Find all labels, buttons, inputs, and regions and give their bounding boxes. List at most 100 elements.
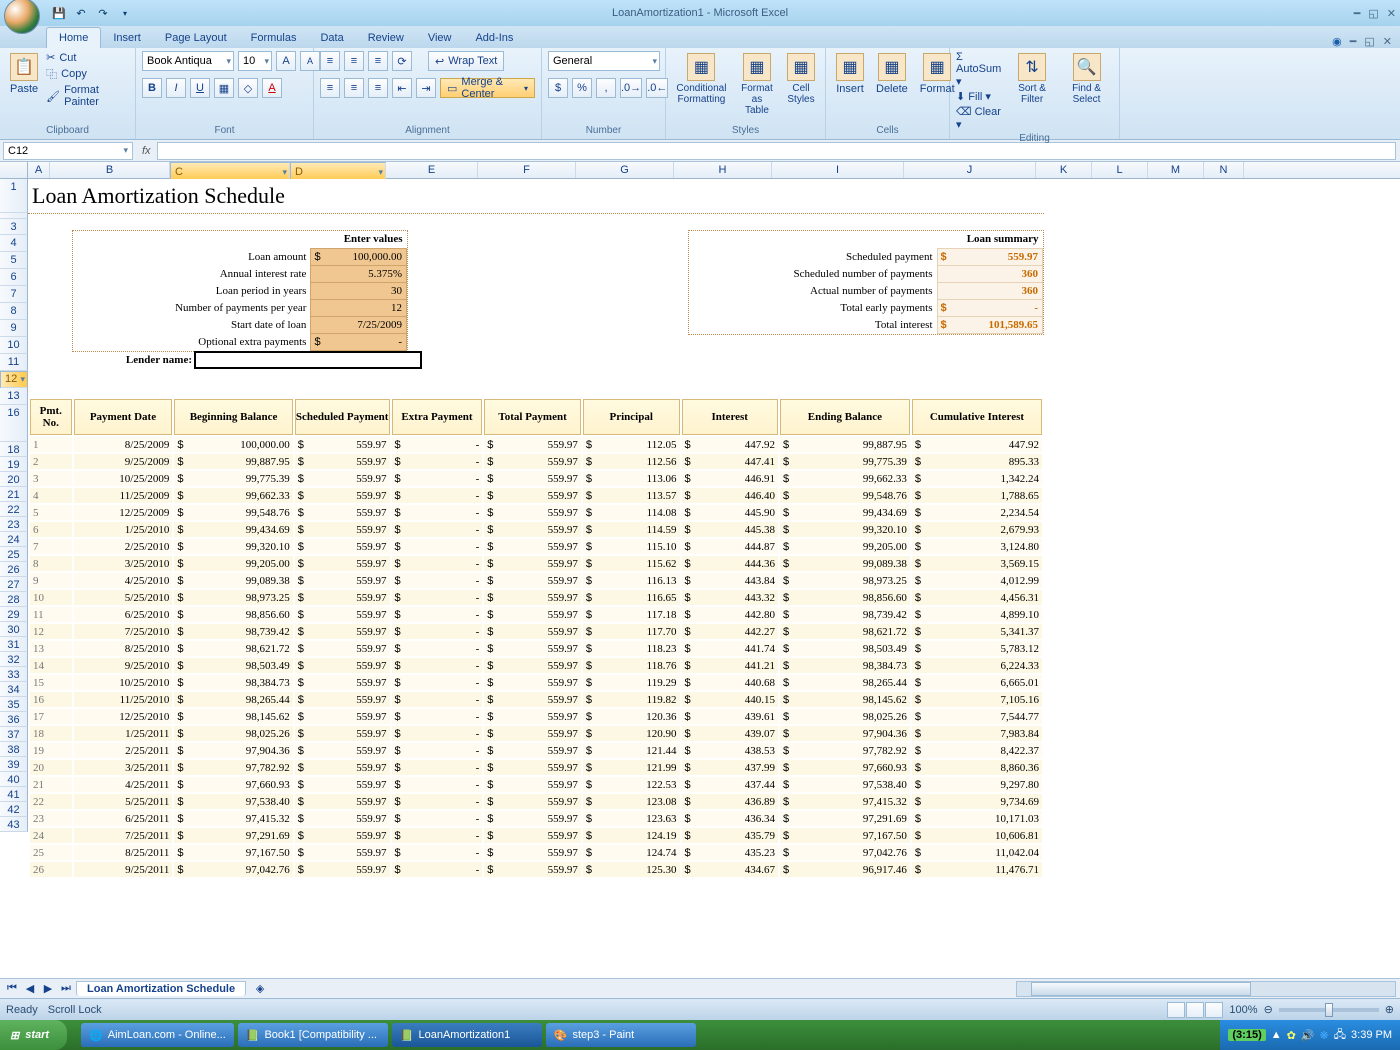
minimize-button[interactable]: ━ (1354, 7, 1361, 20)
zoom-in-button[interactable]: ⊕ (1385, 1003, 1394, 1016)
table-row[interactable]: 11 6/25/2010 $98,856.60 $559.97 $- $559.… (30, 607, 1042, 622)
table-row[interactable]: 8 3/25/2010 $99,205.00 $559.97 $- $559.9… (30, 556, 1042, 571)
taskbar-item[interactable]: 📗Book1 [Compatibility ... (238, 1023, 388, 1047)
align-center-button[interactable]: ≡ (344, 78, 364, 98)
start-button[interactable]: ⊞start (0, 1020, 67, 1050)
align-top-button[interactable]: ≡ (320, 51, 340, 71)
table-row[interactable]: 24 7/25/2011 $97,291.69 $559.97 $- $559.… (30, 828, 1042, 843)
table-row[interactable]: 15 10/25/2010 $98,384.73 $559.97 $- $559… (30, 675, 1042, 690)
copy-button[interactable]: ⿻Copy (46, 66, 129, 82)
tab-page-layout[interactable]: Page Layout (153, 28, 239, 48)
qat-dropdown-icon[interactable]: ▾ (116, 4, 134, 22)
row-header[interactable]: 11 (0, 354, 28, 371)
row-header[interactable]: 21 (0, 487, 28, 502)
new-sheet-button[interactable]: ◈ (252, 981, 268, 997)
tab-insert[interactable]: Insert (101, 28, 153, 48)
orientation-button[interactable]: ⟳ (392, 51, 412, 71)
input-value-cell[interactable]: 30 (311, 282, 407, 299)
table-row[interactable]: 25 8/25/2011 $97,167.50 $559.97 $- $559.… (30, 845, 1042, 860)
row-header[interactable]: 36 (0, 712, 28, 727)
zoom-slider-handle[interactable] (1325, 1003, 1333, 1017)
col-header[interactable]: A (28, 162, 50, 178)
row-header[interactable]: 7 (0, 286, 28, 303)
input-value-cell[interactable]: 12 (311, 299, 407, 316)
row-header[interactable]: 25 (0, 547, 28, 562)
table-row[interactable]: 19 2/25/2011 $97,904.36 $559.97 $- $559.… (30, 743, 1042, 758)
font-size-selector[interactable]: 10 (238, 51, 272, 71)
row-header[interactable]: 3 (0, 219, 28, 235)
grow-font-button[interactable]: A (276, 51, 296, 71)
row-header[interactable]: 10 (0, 337, 28, 354)
insert-cells-button[interactable]: ▦Insert (832, 51, 868, 97)
row-header[interactable]: 26 (0, 562, 28, 577)
tab-formulas[interactable]: Formulas (239, 28, 309, 48)
col-header[interactable]: M (1148, 162, 1204, 178)
align-middle-button[interactable]: ≡ (344, 51, 364, 71)
taskbar-item[interactable]: 🌐AimLoan.com - Online... (81, 1023, 234, 1047)
page-layout-view-button[interactable] (1186, 1002, 1204, 1018)
col-header[interactable]: G (576, 162, 674, 178)
row-header[interactable]: 1 (0, 179, 28, 213)
prev-sheet-button[interactable]: ◀ (22, 981, 38, 997)
number-format-selector[interactable]: General (548, 51, 660, 71)
table-row[interactable]: 13 8/25/2010 $98,621.72 $559.97 $- $559.… (30, 641, 1042, 656)
col-header[interactable]: H (674, 162, 772, 178)
col-header[interactable]: L (1092, 162, 1148, 178)
table-row[interactable]: 12 7/25/2010 $98,739.42 $559.97 $- $559.… (30, 624, 1042, 639)
row-header[interactable]: 18 (0, 442, 28, 457)
row-header[interactable]: 41 (0, 787, 28, 802)
fill-color-button[interactable]: ◇ (238, 78, 258, 98)
zoom-level[interactable]: 100% (1229, 1004, 1257, 1016)
table-row[interactable]: 14 9/25/2010 $98,503.49 $559.97 $- $559.… (30, 658, 1042, 673)
input-value-cell[interactable]: 5.375% (311, 265, 407, 282)
row-header[interactable]: 29 (0, 607, 28, 622)
name-box[interactable]: C12 (3, 142, 133, 160)
underline-button[interactable]: U (190, 78, 210, 98)
row-header[interactable]: 13 (0, 388, 28, 405)
input-value-cell[interactable]: $100,000.00 (311, 248, 407, 265)
col-header[interactable]: J (904, 162, 1036, 178)
row-header[interactable]: 24 (0, 532, 28, 547)
row-header[interactable]: 27 (0, 577, 28, 592)
row-header[interactable]: 40 (0, 772, 28, 787)
col-header[interactable]: F (478, 162, 576, 178)
tray-icon[interactable]: 🔊 (1301, 1029, 1315, 1042)
align-right-button[interactable]: ≡ (368, 78, 388, 98)
row-header[interactable]: 31 (0, 637, 28, 652)
percent-button[interactable]: % (572, 78, 592, 98)
cut-button[interactable]: ✂Cut (46, 51, 129, 64)
table-row[interactable]: 5 12/25/2009 $99,548.76 $559.97 $- $559.… (30, 505, 1042, 520)
col-header[interactable]: B (50, 162, 170, 178)
tray-icon[interactable]: ❋ (1320, 1029, 1329, 1042)
tray-icon[interactable]: ▲ (1271, 1029, 1282, 1041)
clear-button[interactable]: ⌫ Clear ▾ (956, 105, 1004, 131)
horizontal-scrollbar[interactable] (1016, 981, 1396, 997)
tray-clock[interactable]: 3:39 PM (1351, 1029, 1392, 1041)
input-value-cell[interactable]: $- (311, 333, 407, 350)
table-row[interactable]: 2 9/25/2009 $99,887.95 $559.97 $- $559.9… (30, 454, 1042, 469)
format-as-table-button[interactable]: ▦Format as Table (735, 51, 779, 118)
row-header[interactable]: 6 (0, 269, 28, 286)
row-header[interactable]: 28 (0, 592, 28, 607)
input-value-cell[interactable]: 7/25/2009 (311, 316, 407, 333)
table-row[interactable]: 18 1/25/2011 $98,025.26 $559.97 $- $559.… (30, 726, 1042, 741)
bold-button[interactable]: B (142, 78, 162, 98)
zoom-slider[interactable] (1279, 1008, 1379, 1012)
undo-icon[interactable]: ↶ (72, 4, 90, 22)
save-icon[interactable]: 💾 (50, 4, 68, 22)
row-header[interactable]: 19 (0, 457, 28, 472)
table-row[interactable]: 4 11/25/2009 $99,662.33 $559.97 $- $559.… (30, 488, 1042, 503)
row-header[interactable]: 38 (0, 742, 28, 757)
decrease-indent-button[interactable]: ⇤ (392, 78, 412, 98)
autosum-button[interactable]: Σ AutoSum ▾ (956, 51, 1004, 88)
row-header[interactable]: 16 (0, 405, 28, 442)
doc-close-button[interactable]: ✕ (1383, 35, 1392, 48)
col-header[interactable]: N (1204, 162, 1244, 178)
tab-data[interactable]: Data (308, 28, 355, 48)
close-button[interactable]: ✕ (1387, 7, 1396, 20)
table-row[interactable]: 23 6/25/2011 $97,415.32 $559.97 $- $559.… (30, 811, 1042, 826)
row-header[interactable]: 23 (0, 517, 28, 532)
row-header[interactable]: 5 (0, 252, 28, 269)
taskbar-item[interactable]: 📗LoanAmortization1 (392, 1023, 542, 1047)
table-row[interactable]: 17 12/25/2010 $98,145.62 $559.97 $- $559… (30, 709, 1042, 724)
